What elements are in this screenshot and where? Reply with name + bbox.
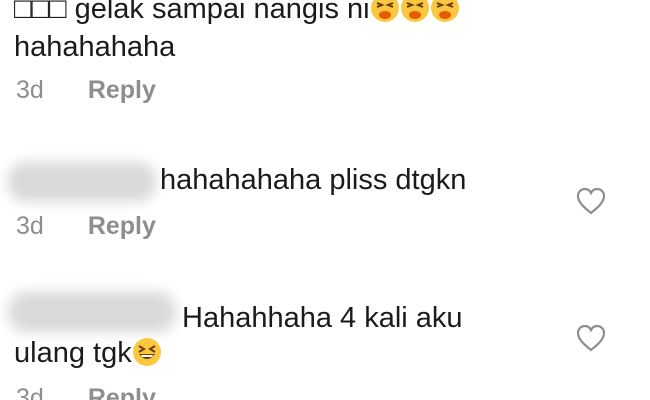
comment-3-like-heart-icon[interactable]	[576, 324, 606, 352]
comment-2-username-blurred[interactable]	[8, 162, 156, 202]
comment-3-text-line2: ulang tgk	[14, 337, 132, 369]
comment-3-reply-button[interactable]: Reply	[88, 384, 156, 400]
comment-1-text-line2: hahahahaha	[14, 31, 176, 63]
comment-1-age: 3d	[16, 76, 44, 104]
comment-1-reply-button[interactable]: Reply	[88, 76, 156, 104]
comment-3-text-line1: Hahahhaha 4 kali aku	[182, 302, 463, 334]
comment-3-username-blurred[interactable]	[8, 292, 176, 332]
tired-face-icon	[400, 0, 430, 25]
comment-1-meta: 3d Reply	[16, 76, 156, 105]
comment-2-age: 3d	[16, 212, 44, 240]
comment-1-text-line1: □□□ gelak sampai nangis ni	[14, 0, 460, 29]
comment-2-reply-button[interactable]: Reply	[88, 212, 156, 240]
comment-3-text-line2-wrap: ulang tgk	[14, 333, 162, 373]
comment-2-text: hahahahaha pliss dtgkn	[160, 164, 467, 196]
grinning-squinting-face-icon	[132, 337, 162, 369]
tired-face-icon	[430, 0, 460, 25]
tired-face-icon	[370, 0, 400, 25]
comment-1-text: □□□ gelak sampai nangis ni	[14, 0, 370, 25]
comment-2-meta: 3d Reply	[16, 212, 156, 241]
comment-2-like-heart-icon[interactable]	[576, 187, 606, 215]
comment-3-meta: 3d Reply	[16, 384, 156, 400]
comment-3-age: 3d	[16, 384, 44, 400]
